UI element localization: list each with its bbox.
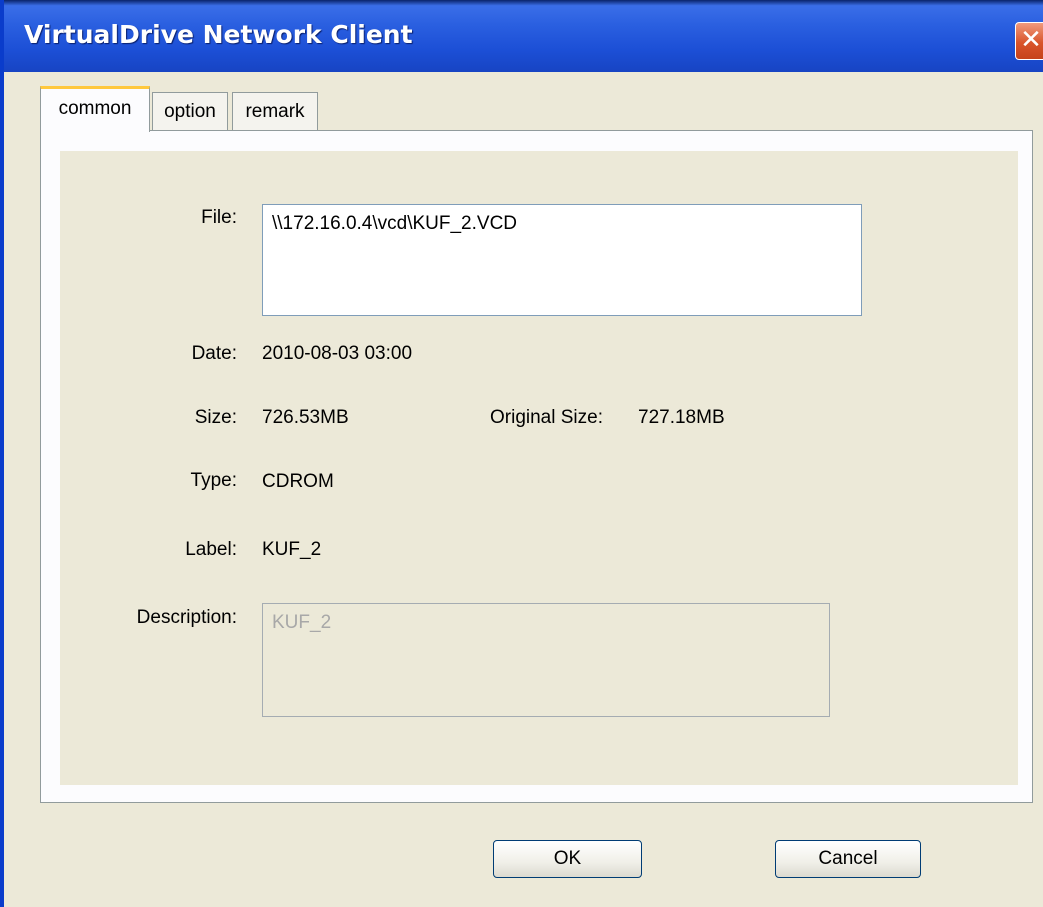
ok-button[interactable]: OK: [493, 840, 642, 878]
dialog-window: VirtualDrive Network Client ✕ common opt…: [0, 0, 1043, 907]
tab-remark-label: remark: [245, 101, 305, 122]
original-size-value: 727.18MB: [638, 407, 725, 428]
description-value: KUF_2: [272, 612, 332, 633]
description-field[interactable]: KUF_2: [262, 603, 830, 717]
type-label: Type:: [190, 470, 237, 491]
date-label: Date:: [191, 343, 237, 364]
file-label: File:: [201, 207, 237, 228]
cancel-button-label: Cancel: [818, 848, 878, 869]
close-button[interactable]: ✕: [1015, 22, 1043, 60]
file-path-value: \\172.16.0.4\vcd\KUF_2.VCD: [272, 213, 518, 234]
tab-common[interactable]: common: [40, 86, 150, 132]
description-label: Description:: [136, 607, 237, 628]
date-value: 2010-08-03 03:00: [262, 343, 413, 364]
tab-option-label: option: [164, 101, 216, 122]
title-bar[interactable]: VirtualDrive Network Client ✕: [4, 0, 1043, 72]
cancel-button[interactable]: Cancel: [775, 840, 921, 878]
close-icon: ✕: [1020, 25, 1042, 55]
volume-label-label: Label:: [185, 539, 237, 560]
tab-remark[interactable]: remark: [232, 92, 318, 130]
file-path-field[interactable]: \\172.16.0.4\vcd\KUF_2.VCD: [262, 204, 862, 316]
tab-option[interactable]: option: [152, 92, 228, 130]
size-label: Size:: [194, 407, 237, 428]
size-value: 726.53MB: [262, 407, 349, 428]
type-value: CDROM: [262, 471, 334, 492]
volume-label-value: KUF_2: [262, 539, 322, 560]
tab-common-label: common: [58, 98, 132, 119]
original-size-label: Original Size:: [490, 407, 603, 428]
window-title: VirtualDrive Network Client: [24, 20, 413, 49]
ok-button-label: OK: [553, 848, 582, 869]
